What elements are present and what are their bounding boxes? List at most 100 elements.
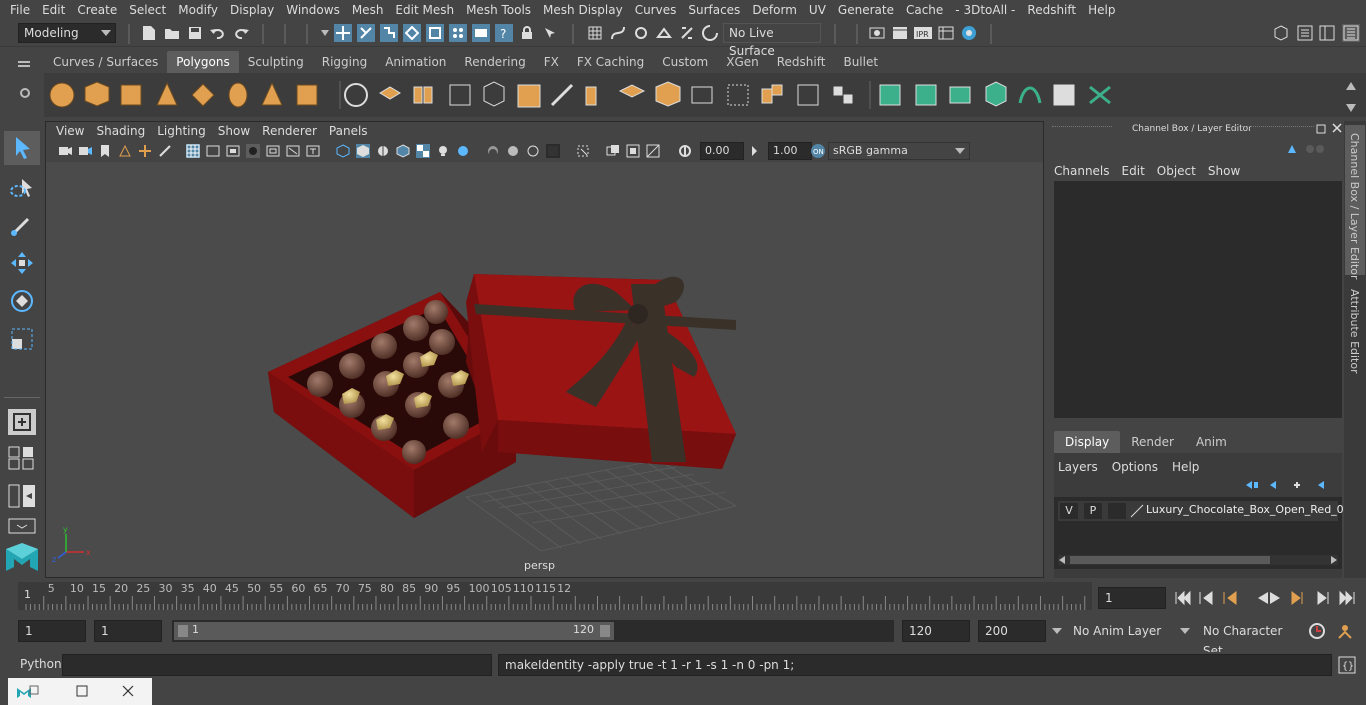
side-tab-channel-box[interactable]: Channel Box / Layer Editor xyxy=(1345,125,1365,280)
shelf-tab-curves-surfaces[interactable]: Curves / Surfaces xyxy=(44,51,167,73)
start-time-field[interactable]: 1 xyxy=(18,620,86,642)
channel-box-menu-show[interactable]: Show xyxy=(1208,161,1248,181)
safe-action-icon[interactable] xyxy=(286,144,300,158)
time-slider[interactable]: 1 5 10 15 20 25 30 35 40 45 50 55 60 65 70 75 80 85 90 95 1… xyxy=(18,582,1092,612)
layer-visibility-toggle[interactable]: V xyxy=(1060,503,1078,519)
channel-box-menu-channels[interactable]: Channels xyxy=(1054,161,1118,181)
shelf-settings-icon[interactable] xyxy=(19,87,31,102)
menu-3dtoall[interactable]: - 3DtoAll - xyxy=(949,0,1021,20)
channel-box-menu-object[interactable]: Object xyxy=(1157,161,1204,181)
render-settings-icon[interactable] xyxy=(868,24,886,42)
close-window-icon[interactable] xyxy=(122,685,134,697)
bookmark-icon[interactable] xyxy=(98,144,112,158)
attribute-editor-toggle-icon[interactable] xyxy=(1296,24,1314,42)
depth-of-field-icon[interactable] xyxy=(546,144,560,158)
snap-icon[interactable] xyxy=(403,24,421,42)
smooth-shade-icon[interactable] xyxy=(356,144,370,158)
shelf-tab-fx[interactable]: FX xyxy=(535,51,568,73)
channel-box-menu-edit[interactable]: Edit xyxy=(1122,161,1153,181)
gamma-icon[interactable] xyxy=(750,144,764,158)
layer-tab-render[interactable]: Render xyxy=(1120,431,1185,453)
scroll-left-icon[interactable] xyxy=(1059,556,1067,564)
mode-dropdown[interactable]: Modeling xyxy=(18,23,116,43)
layer-scroll-thumb[interactable] xyxy=(1070,556,1270,564)
rotate-tool-icon[interactable] xyxy=(8,287,36,318)
layer-menu-layers[interactable]: Layers xyxy=(1058,457,1112,477)
scroll-right-icon[interactable] xyxy=(1329,556,1337,564)
script-editor-icon[interactable]: {} xyxy=(1338,656,1356,674)
menu-file[interactable]: File xyxy=(4,0,36,20)
command-language-label[interactable]: Python xyxy=(20,657,62,671)
mask-vertex-icon[interactable] xyxy=(449,24,467,42)
auto-key-icon[interactable] xyxy=(1308,622,1326,640)
use-default-material-icon[interactable] xyxy=(376,144,390,158)
anim-layer-arrow-icon[interactable] xyxy=(1052,628,1062,634)
mask-face-icon[interactable] xyxy=(472,24,490,42)
menu-generate[interactable]: Generate xyxy=(832,0,900,20)
snap-point-icon[interactable] xyxy=(632,24,650,42)
layer-action-icons[interactable] xyxy=(1242,479,1332,494)
viewport-menu-shading[interactable]: Shading xyxy=(90,122,151,140)
select-by-object-icon[interactable] xyxy=(357,24,375,42)
lock-selection-icon[interactable] xyxy=(518,24,536,42)
shelf-tab-sculpting[interactable]: Sculpting xyxy=(239,51,313,73)
render-view-icon[interactable] xyxy=(937,24,955,42)
tool-settings-toggle-icon[interactable] xyxy=(1318,24,1336,42)
wireframe-icon[interactable] xyxy=(336,144,350,158)
wireframe-on-shaded-icon[interactable] xyxy=(396,144,410,158)
new-scene-icon[interactable] xyxy=(140,24,158,42)
snap-grid-icon[interactable] xyxy=(586,24,604,42)
viewport-menu-renderer[interactable]: Renderer xyxy=(256,122,323,140)
layer-menu-options[interactable]: Options xyxy=(1112,457,1172,477)
highlight-selection-icon[interactable] xyxy=(541,24,559,42)
menu-mesh-tools[interactable]: Mesh Tools xyxy=(460,0,537,20)
shadows-icon[interactable] xyxy=(456,144,470,158)
menu-mesh-display[interactable]: Mesh Display xyxy=(537,0,629,20)
layer-type-toggle[interactable] xyxy=(1108,503,1126,519)
use-all-lights-icon[interactable] xyxy=(436,144,450,158)
character-set-dropdown[interactable]: No Character Set xyxy=(1196,620,1300,658)
ipr-render-icon[interactable]: IPR xyxy=(914,24,932,42)
layer-playback-toggle[interactable]: P xyxy=(1084,503,1102,519)
playback-start-field[interactable]: 1 xyxy=(94,620,162,642)
menu-select[interactable]: Select xyxy=(123,0,172,20)
color-management-icon[interactable]: ON xyxy=(810,143,826,159)
outliner-layout-icon[interactable] xyxy=(8,517,36,538)
shelf-tab-animation[interactable]: Animation xyxy=(376,51,455,73)
layer-color-icon[interactable] xyxy=(1130,504,1144,518)
menu-display[interactable]: Display xyxy=(224,0,280,20)
grease-pencil-icon[interactable] xyxy=(158,144,172,158)
range-slider-bar[interactable]: 1 120 xyxy=(174,622,614,640)
redo-icon[interactable] xyxy=(232,24,250,42)
help-question-icon[interactable]: ? xyxy=(495,24,513,42)
layer-tab-display[interactable]: Display xyxy=(1054,431,1121,453)
layer-row[interactable]: V P Luxury_Chocolate_Box_Open_Red_00 xyxy=(1058,501,1351,521)
single-perspective-layout-icon[interactable] xyxy=(8,409,36,435)
menu-edit-mesh[interactable]: Edit Mesh xyxy=(389,0,460,20)
multisample-aa-icon[interactable] xyxy=(526,144,540,158)
motion-blur-icon[interactable] xyxy=(506,144,520,158)
range-slider[interactable]: 1 120 xyxy=(172,620,894,642)
render-frame-icon[interactable] xyxy=(891,24,909,42)
snap-view-plane-icon[interactable] xyxy=(655,24,673,42)
xray-components-icon[interactable] xyxy=(646,144,660,158)
gate-mask-icon[interactable] xyxy=(246,144,260,158)
exposure-field[interactable]: 0.00 xyxy=(700,142,744,160)
layer-tab-anim[interactable]: Anim xyxy=(1185,431,1238,453)
shelf-scroll-up-icon[interactable] xyxy=(1346,79,1356,93)
perspective-viewport[interactable]: View Shading Lighting Show Renderer Panels 0.… xyxy=(45,121,1044,578)
command-input[interactable] xyxy=(62,654,492,676)
select-tool-icon[interactable] xyxy=(4,131,40,165)
float-panel-icon[interactable] xyxy=(1316,123,1326,137)
menu-windows[interactable]: Windows xyxy=(280,0,346,20)
isolate-select-icon[interactable] xyxy=(576,144,590,158)
snap-curve-icon[interactable] xyxy=(609,24,627,42)
shelf-tab-rendering[interactable]: Rendering xyxy=(455,51,534,73)
menu-cache[interactable]: Cache xyxy=(900,0,949,20)
move-tool-icon[interactable] xyxy=(8,249,36,280)
maya-logo-icon[interactable] xyxy=(4,541,40,576)
shelf-tab-custom[interactable]: Custom xyxy=(653,51,717,73)
shelf-scroll-down-icon[interactable] xyxy=(1346,101,1356,115)
scale-tool-icon[interactable] xyxy=(8,325,36,356)
shelf-tab-fx-caching[interactable]: FX Caching xyxy=(568,51,653,73)
